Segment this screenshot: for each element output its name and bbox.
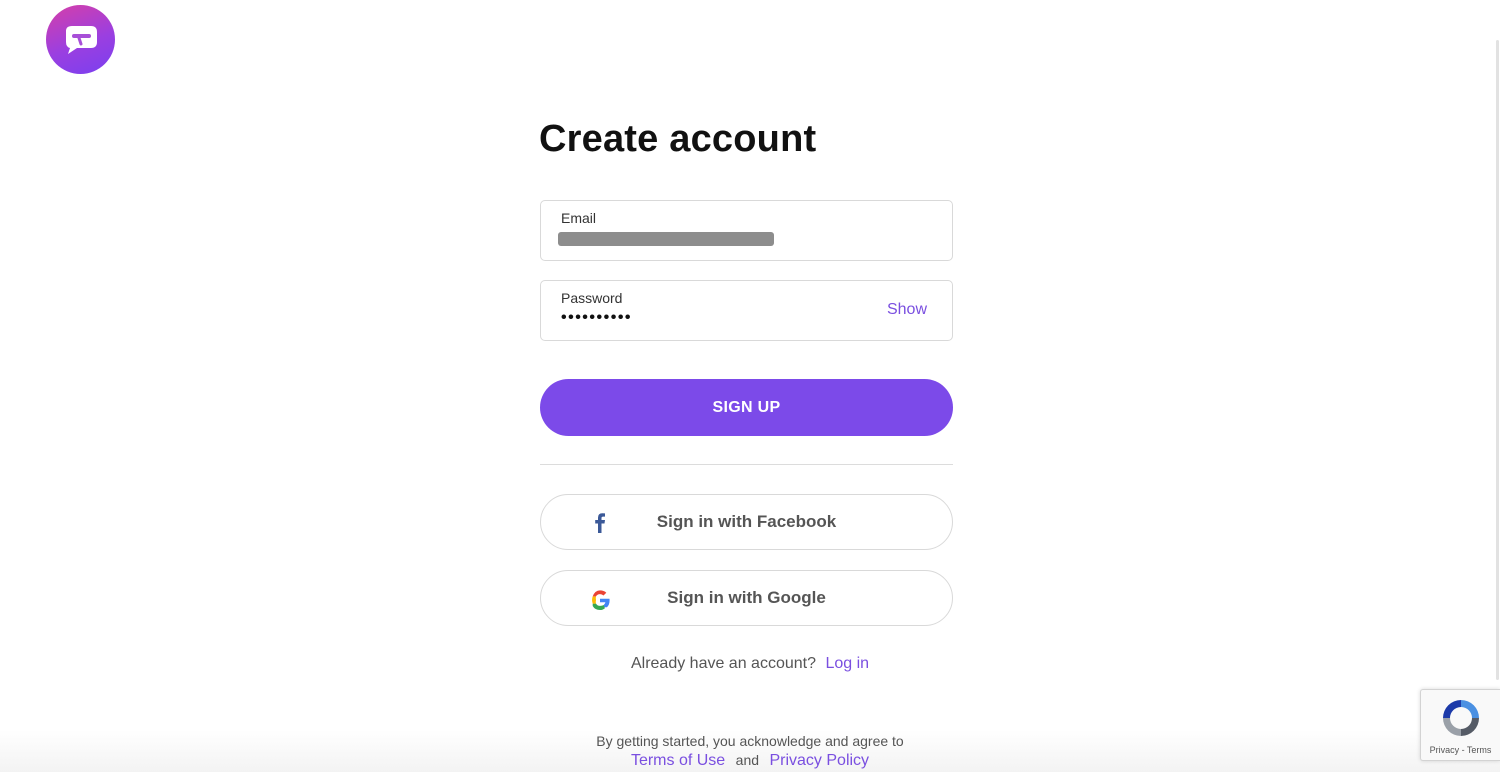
recaptcha-links[interactable]: Privacy - Terms — [1421, 745, 1500, 755]
log-in-link[interactable]: Log in — [825, 655, 869, 672]
google-sign-in-button[interactable]: Sign in with Google — [540, 570, 953, 626]
email-label: Email — [561, 210, 597, 226]
page-title: Create account — [539, 118, 817, 160]
recaptcha-icon — [1443, 700, 1479, 736]
email-field[interactable]: Email — [540, 200, 953, 261]
login-prompt-text: Already have an account? — [630, 655, 816, 672]
facebook-sign-in-label: Sign in with Facebook — [656, 512, 837, 531]
legal-and-text: and — [735, 752, 760, 768]
divider — [540, 464, 953, 465]
show-password-button[interactable]: Show — [887, 301, 927, 319]
google-sign-in-label: Sign in with Google — [667, 588, 826, 607]
terms-of-use-link[interactable]: Terms of Use — [631, 752, 725, 769]
legal-links-row: Terms of Use and Privacy Policy — [0, 752, 1500, 770]
email-value-redacted — [558, 232, 774, 246]
password-label: Password — [561, 290, 623, 306]
password-field[interactable]: Password •••••••••• Show — [540, 280, 953, 341]
legal-text: By getting started, you acknowledge and … — [596, 733, 904, 749]
chat-bubble-logo-icon — [66, 26, 97, 54]
login-prompt-row: Already have an account? Log in — [0, 655, 1500, 673]
scrollbar-thumb[interactable] — [1496, 40, 1499, 680]
privacy-policy-link[interactable]: Privacy Policy — [769, 752, 869, 769]
app-logo[interactable] — [46, 5, 115, 74]
password-value: •••••••••• — [561, 309, 633, 326]
recaptcha-badge[interactable]: Privacy - Terms — [1420, 689, 1500, 761]
facebook-sign-in-button[interactable]: Sign in with Facebook — [540, 494, 953, 550]
sign-up-button[interactable]: SIGN UP — [540, 379, 953, 436]
